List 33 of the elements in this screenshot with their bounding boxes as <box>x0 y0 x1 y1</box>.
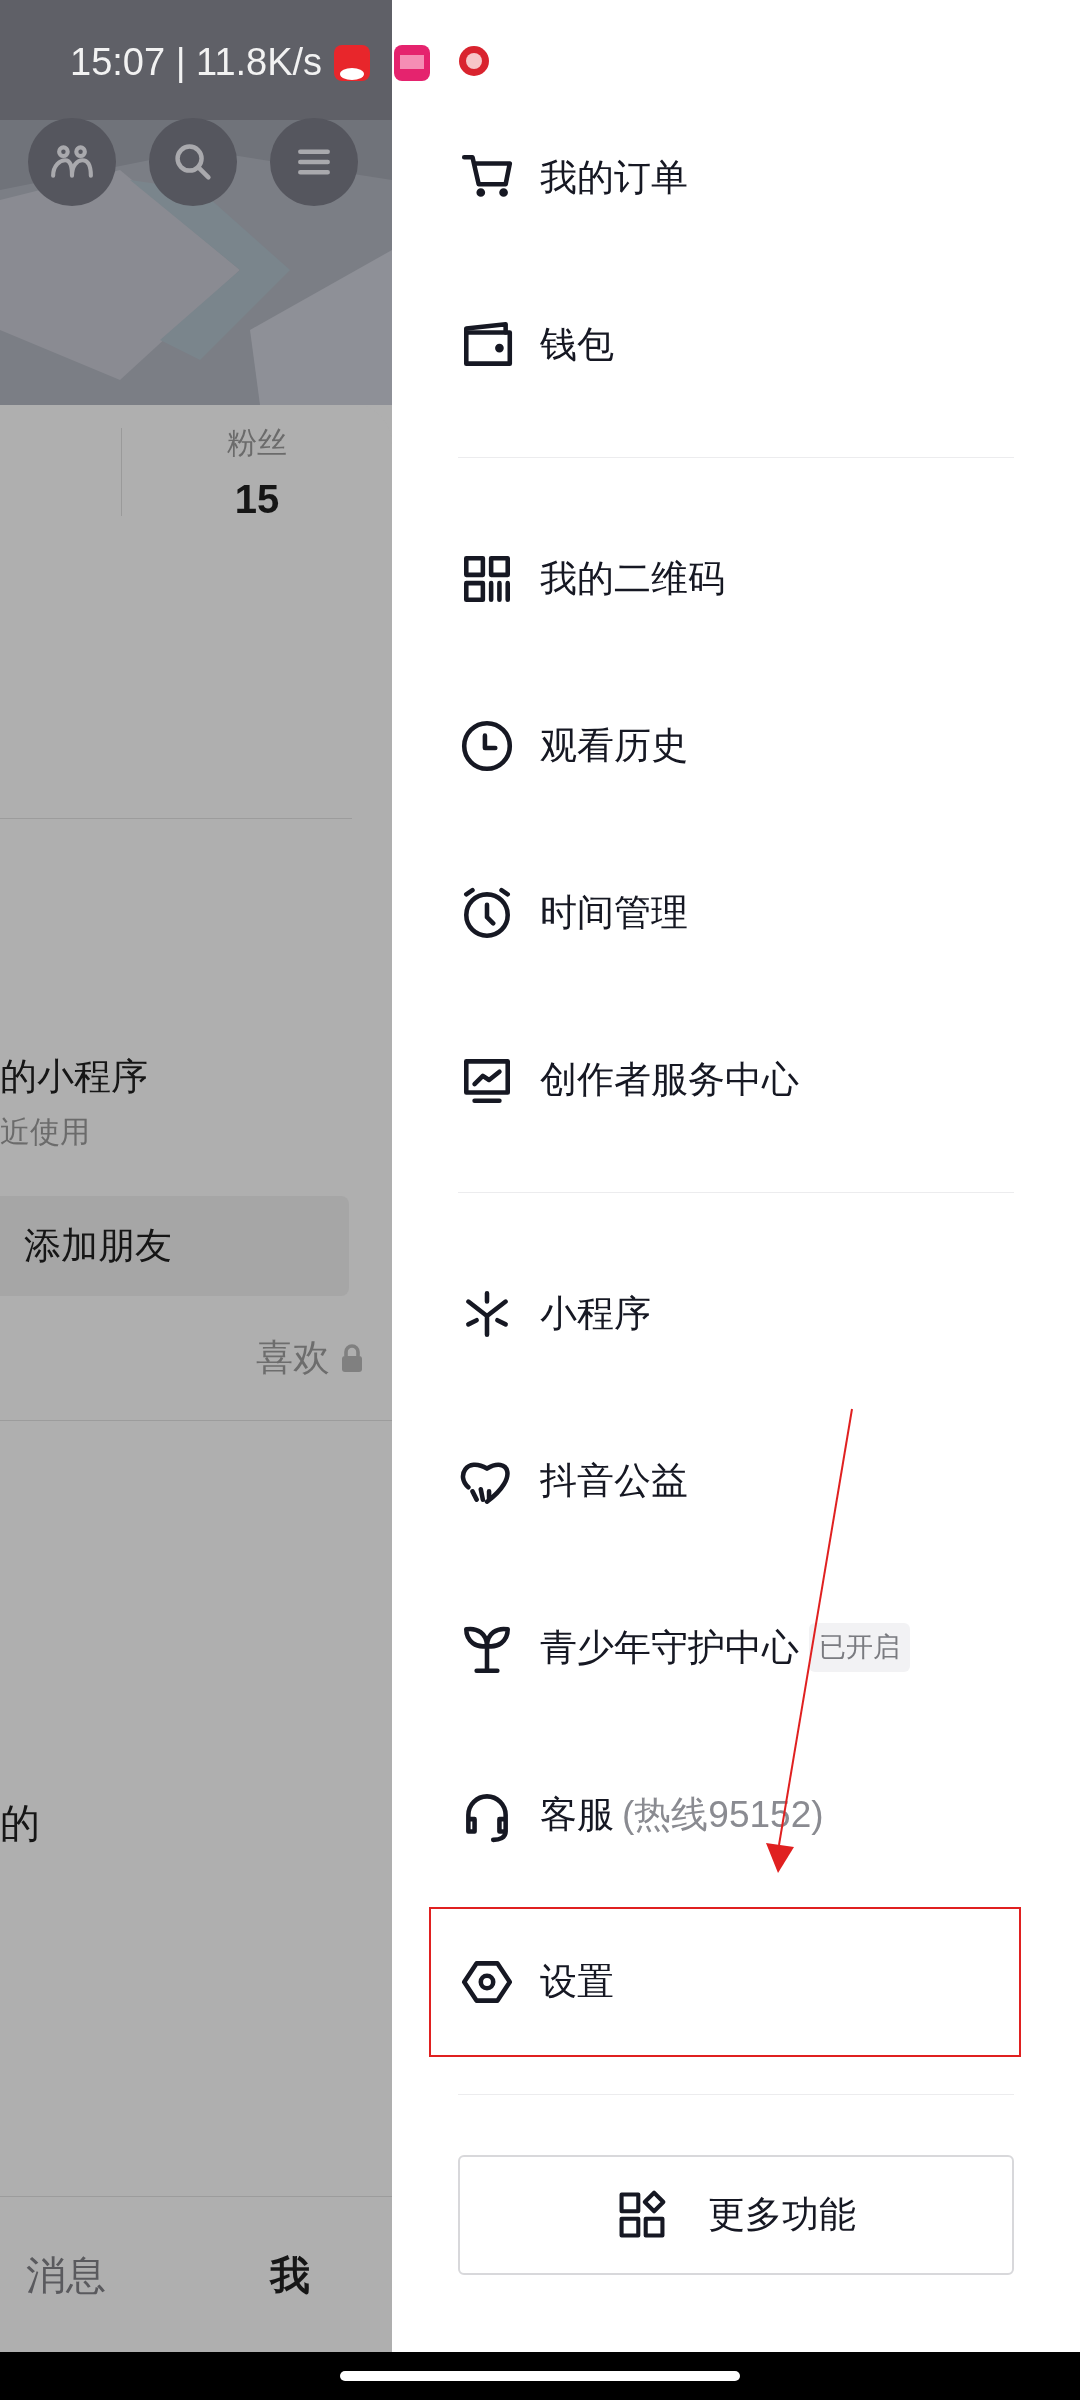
menu-item-label: 客服 <box>540 1792 614 1837</box>
menu-item-label: 小程序 <box>540 1291 651 1336</box>
menu-item[interactable]: 钱包 <box>429 269 1021 420</box>
mini-programs-title: 的小程序 <box>0 1055 149 1099</box>
menu-item[interactable]: 我的二维码 <box>429 503 1021 654</box>
menu-item-label: 我的二维码 <box>540 556 725 601</box>
menu-item[interactable]: 小程序 <box>429 1238 1021 1389</box>
menu-item[interactable]: 观看历史 <box>429 670 1021 821</box>
menu-item[interactable]: 青少年守护中心 已开启 <box>429 1572 1021 1723</box>
stat-label: 粉丝 <box>227 425 287 461</box>
menu-item[interactable]: 设置 <box>429 1906 1021 2057</box>
menu-item[interactable]: 我的订单 <box>429 102 1021 253</box>
add-friend-button[interactable]: 添加朋友 <box>0 1195 349 1296</box>
menu-item-label: 青少年守护中心 <box>540 1625 799 1670</box>
menu-item-label: 观看历史 <box>540 723 688 768</box>
menu-item-label: 我的订单 <box>540 155 688 200</box>
nav-tab[interactable]: 我 <box>270 2244 310 2305</box>
menu-item-label: 抖音公益 <box>540 1458 688 1503</box>
menu-item-label: 创作者服务中心 <box>540 1057 799 1102</box>
stat-value: 15 <box>234 476 280 523</box>
status-tag: 已开启 <box>809 1623 910 1672</box>
menu-item-label: 设置 <box>540 1959 614 2004</box>
menu-item-label: 钱包 <box>540 322 614 367</box>
menu-item[interactable]: 抖音公益 <box>429 1405 1021 1556</box>
app-notification-icon <box>394 44 431 81</box>
menu-item[interactable]: 时间管理 <box>429 837 1021 988</box>
more-features-button[interactable]: 更多功能 <box>458 2155 1014 2275</box>
status-text: 15:07 | 11.8K/s <box>70 40 323 85</box>
menu-item-label: 时间管理 <box>540 890 688 935</box>
app-notification-icon <box>334 44 371 81</box>
menu-item[interactable]: 创作者服务中心 <box>429 1004 1021 1155</box>
section-title: 的 <box>0 1799 41 1847</box>
mini-programs-subtitle: 近使用 <box>0 1113 91 1150</box>
